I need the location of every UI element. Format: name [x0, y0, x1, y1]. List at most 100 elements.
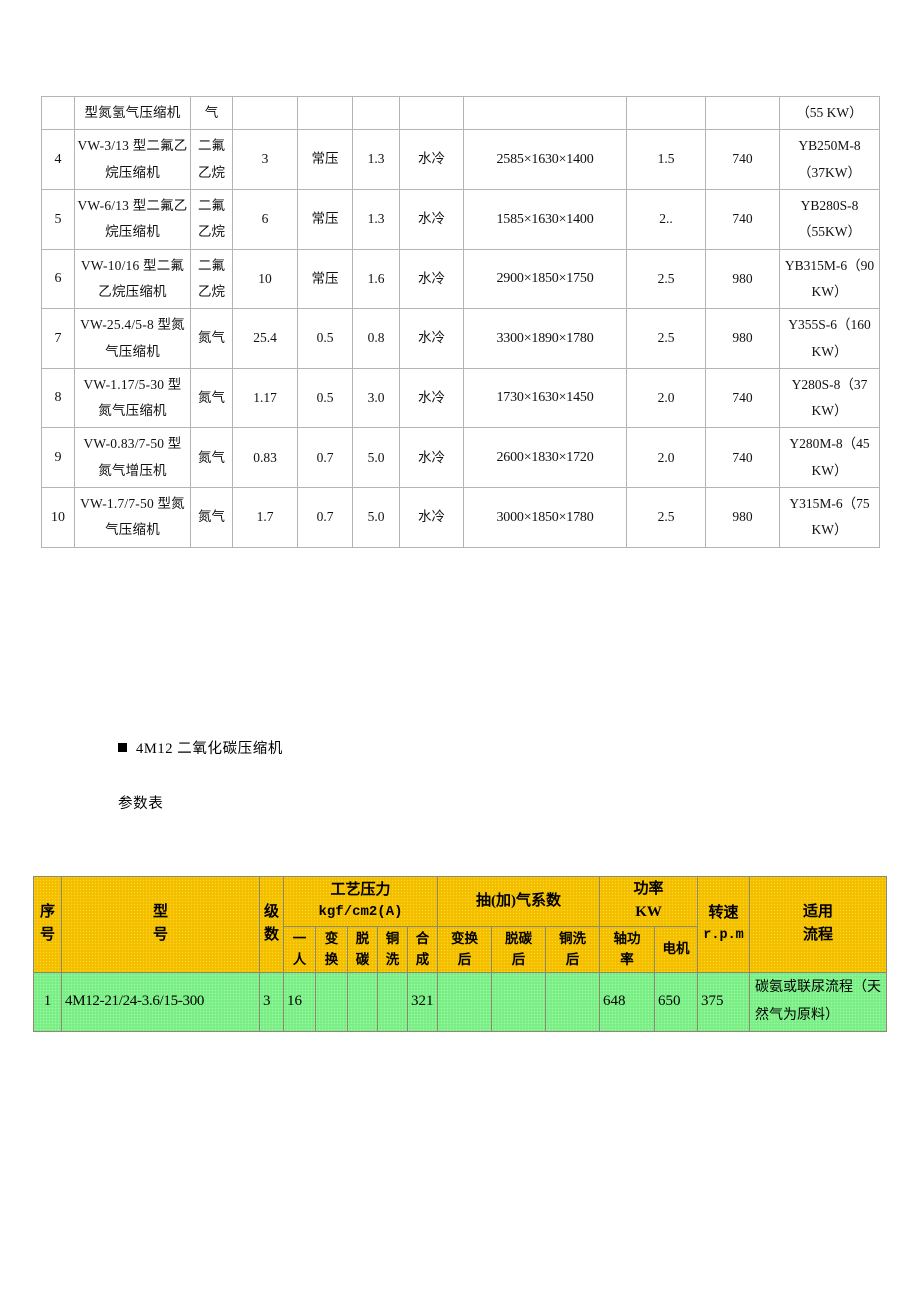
table-row: 4 VW-3/13 型二氟乙烷压缩机 二氟乙烷 3 常压 1.3 水冷 2585…	[41, 129, 880, 190]
cell-cooling	[399, 95, 464, 131]
cell-weight: 2.0	[626, 367, 706, 429]
compressor-spec-table-wrapper: 型氮氢气压缩机 气 （55 KW） 4 VW-3/13 型二氟乙烷压缩机 二氟乙…	[41, 95, 880, 548]
cell-model: VW-0.83/7-50 型氮气增压机	[74, 427, 191, 489]
header-sub-gas-after-decarb-line2: 后	[511, 952, 526, 968]
cell-dimensions: 1730×1630×1450	[463, 367, 627, 429]
section-heading: 4M12 二氧化碳压缩机	[118, 738, 283, 760]
cell-motor: Y315M-6（75 KW）	[779, 487, 880, 548]
cell-cooling: 水冷	[399, 188, 464, 250]
table-row: 10 VW-1.7/7-50 型氮气压缩机 氮气 1.7 0.7 5.0 水冷 …	[41, 487, 880, 548]
header-sub-gas-after-copper-line1: 铜洗	[559, 930, 587, 946]
cell-cooling: 水冷	[399, 308, 464, 369]
cell-motor: YB315M-6（90 KW）	[779, 248, 880, 310]
header-sub-shaft-power-line2: 率	[620, 952, 634, 968]
table-row: 型氮氢气压缩机 气 （55 KW）	[41, 95, 880, 131]
cell-discharge: 3.0	[352, 367, 400, 429]
cell-discharge: 1.3	[352, 129, 400, 190]
cell-suction: 0.5	[297, 367, 353, 429]
cell-pressure-copper	[377, 971, 408, 1032]
header-gas-coefficient-group: 抽(加)气系数	[437, 876, 601, 927]
header-seq-line1: 序	[39, 904, 55, 921]
cell-motor: Y280S-8（37 KW）	[779, 367, 880, 429]
header-stages-line2: 数	[263, 927, 279, 944]
cell-speed: 740	[705, 129, 780, 190]
cell-weight: 2.5	[626, 308, 706, 369]
cell-suction: 0.7	[297, 487, 353, 548]
cell-model: VW-1.7/7-50 型氮气压缩机	[74, 487, 191, 548]
cell-flow: 1.17	[232, 367, 298, 429]
cell-no	[41, 95, 75, 131]
header-model-line1: 型	[152, 904, 168, 921]
parameter-table: 序 号 型 号 级 数 工艺压力 kgf/cm2(A) 抽(加)气系数 功率 K…	[33, 876, 888, 1032]
cell-dimensions	[463, 95, 627, 131]
table-row: 9 VW-0.83/7-50 型氮气增压机 氮气 0.83 0.7 5.0 水冷…	[41, 427, 880, 489]
cell-model: VW-1.17/5-30 型氮气压缩机	[74, 367, 191, 429]
cell-model: VW-25.4/5-8 型氮气压缩机	[74, 308, 191, 369]
cell-cooling: 水冷	[399, 129, 464, 190]
table-row: 7 VW-25.4/5-8 型氮气压缩机 氮气 25.4 0.5 0.8 水冷 …	[41, 308, 880, 369]
header-sub-pressure-decarb-line2: 碳	[355, 952, 370, 968]
cell-motor: Y280M-8（45 KW）	[779, 427, 880, 489]
header-sub-shaft-power: 轴功 率	[599, 925, 656, 973]
header-sub-pressure-inlet-line1: 一	[292, 930, 307, 946]
header-sub-pressure-synthesis-line2: 成	[415, 952, 430, 968]
header-sub-gas-after-shift-line2: 后	[457, 952, 472, 968]
header-speed-title: 转速	[708, 905, 739, 922]
table-row: 5 VW-6/13 型二氟乙烷压缩机 二氟乙烷 6 常压 1.3 水冷 1585…	[41, 188, 880, 250]
header-seq: 序 号	[33, 876, 62, 973]
header-speed-unit: r.p.m	[703, 927, 744, 943]
header-model: 型 号	[61, 876, 260, 973]
cell-discharge	[352, 95, 400, 131]
cell-model: 型氮氢气压缩机	[74, 95, 191, 131]
cell-motor: Y355S-6（160 KW）	[779, 308, 880, 369]
cell-medium: 二氟乙烷	[190, 248, 233, 310]
cell-dimensions: 3300×1890×1780	[463, 308, 627, 369]
header-sub-gas-after-shift: 变换 后	[437, 925, 493, 973]
cell-medium: 气	[190, 95, 233, 131]
cell-no: 7	[41, 308, 75, 369]
cell-medium: 氮气	[190, 427, 233, 489]
cell-suction: 常压	[297, 248, 353, 310]
cell-speed	[705, 95, 780, 131]
cell-suction: 常压	[297, 188, 353, 250]
cell-no: 8	[41, 367, 75, 429]
cell-no: 9	[41, 427, 75, 489]
table-row: 8 VW-1.17/5-30 型氮气压缩机 氮气 1.17 0.5 3.0 水冷…	[41, 367, 880, 429]
cell-dimensions: 3000×1850×1780	[463, 487, 627, 548]
header-sub-pressure-synthesis-line1: 合	[415, 930, 430, 946]
cell-speed: 980	[705, 308, 780, 369]
header-sub-pressure-synthesis: 合 成	[406, 925, 439, 973]
cell-weight: 2.5	[626, 487, 706, 548]
cell-flow: 3	[232, 129, 298, 190]
cell-discharge: 1.3	[352, 188, 400, 250]
header-stages: 级 数	[259, 876, 284, 973]
cell-applicable-flow: 碳氨或联尿流程（天然气为原料）	[749, 971, 888, 1032]
header-sub-motor-power-label: 电机	[662, 941, 690, 957]
cell-pressure-shift	[315, 971, 348, 1032]
cell-speed: 375	[697, 971, 751, 1032]
cell-motor: （55 KW）	[779, 95, 880, 131]
header-power-title: 功率	[633, 881, 664, 897]
cell-no: 1	[33, 971, 62, 1032]
cell-flow	[232, 95, 298, 131]
header-power-unit: KW	[635, 904, 662, 921]
cell-no: 6	[41, 248, 75, 310]
cell-no: 5	[41, 188, 75, 250]
cell-weight	[626, 95, 706, 131]
cell-speed: 740	[705, 427, 780, 489]
cell-flow: 10	[232, 248, 298, 310]
cell-weight: 1.5	[626, 129, 706, 190]
header-process-pressure-title: 工艺压力	[330, 881, 391, 898]
cell-medium: 二氟乙烷	[190, 129, 233, 190]
cell-motor: YB280S-8（55KW）	[779, 188, 880, 250]
cell-speed: 980	[705, 248, 780, 310]
cell-flow: 6	[232, 188, 298, 250]
cell-suction	[297, 95, 353, 131]
header-gas-coefficient-title: 抽(加)气系数	[476, 892, 562, 909]
cell-weight: 2.0	[626, 427, 706, 489]
cell-motor: YB250M-8（37KW）	[779, 129, 880, 190]
cell-speed: 740	[705, 188, 780, 250]
section-heading-label: 4M12 二氧化碳压缩机	[136, 741, 283, 757]
cell-model: VW-3/13 型二氟乙烷压缩机	[74, 129, 191, 190]
header-sub-pressure-shift-line2: 换	[324, 952, 339, 968]
